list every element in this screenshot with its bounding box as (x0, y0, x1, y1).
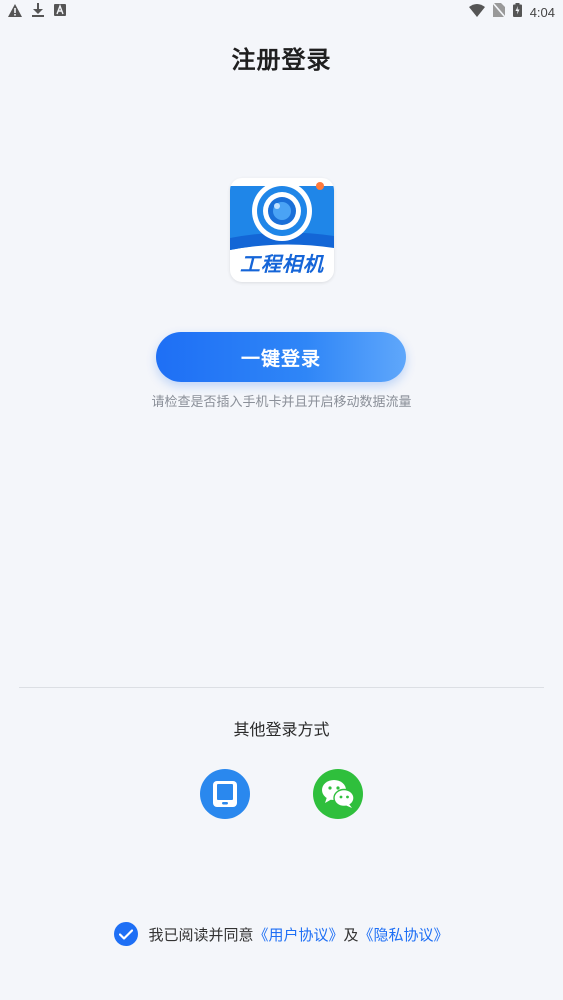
status-time: 4:04 (529, 4, 555, 20)
other-login-title: 其他登录方式 (233, 720, 330, 739)
wechat-icon (322, 780, 355, 808)
status-bar: 4:04 (0, 0, 563, 24)
no-sim-icon (492, 2, 506, 21)
one-click-login-button[interactable]: 一键登录 (156, 332, 406, 382)
sim-hint-text: 请检查是否插入手机卡并且开启移动数据流量 (151, 395, 412, 410)
page-title: 注册登录 (231, 46, 332, 74)
wifi-icon (468, 3, 485, 21)
privacy-policy-link[interactable]: 《隐私协议》 (359, 924, 449, 945)
battery-charging-icon (512, 3, 522, 21)
agreement-checkbox[interactable] (114, 922, 139, 946)
user-agreement-link[interactable]: 《用户协议》 (253, 924, 343, 945)
agreement-prefix: 我已阅读并同意 (148, 925, 254, 944)
status-bar-left (8, 3, 66, 21)
phone-login-button[interactable] (200, 769, 250, 819)
status-bar-right: 4:04 (468, 2, 555, 21)
phone-icon (213, 781, 237, 807)
login-screen: 4:04 注册登录 工程相机 一键登录 请检查是否插入手机卡并且开启移动数据流量… (0, 0, 563, 1000)
agreement-conjunction: 及 (343, 925, 359, 944)
agreement-row: 我已阅读并同意 《用户协议》 及 《隐私协议》 (0, 922, 563, 946)
warning-icon (8, 3, 22, 21)
check-icon (119, 928, 134, 940)
download-icon (32, 3, 44, 21)
app-logo: 工程相机 (230, 178, 334, 282)
divider (19, 687, 544, 688)
logo-text: 工程相机 (240, 252, 324, 276)
wechat-login-button[interactable] (313, 769, 363, 819)
app-notification-icon (54, 4, 66, 20)
